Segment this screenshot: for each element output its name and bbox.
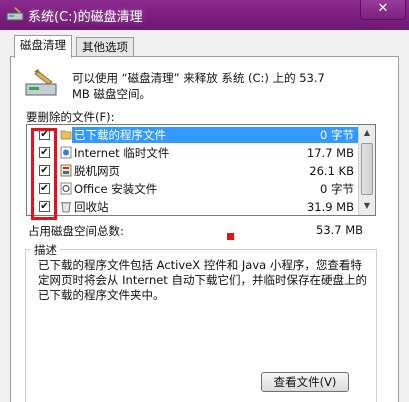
file-row-name: Internet 临时文件 17.7 MB bbox=[72, 145, 358, 161]
list-item[interactable]: ✔ Internet 临时文件 17.7 MB bbox=[27, 144, 358, 162]
description-text: 已下载的程序文件包括 ActiveX 控件和 Java 小程序，您查看特定网页时… bbox=[38, 258, 367, 302]
file-size: 0 字节 bbox=[320, 182, 354, 196]
red-marker-annotation bbox=[227, 233, 234, 240]
summary-text: 可以使用 “磁盘清理” 来释放 系统 (C:) 上的 53.7 MB 磁盘空间。 bbox=[72, 70, 372, 102]
file-name: 脱机网页 bbox=[74, 164, 120, 178]
file-size: 31.9 MB bbox=[306, 200, 354, 214]
disk-cleanup-icon bbox=[6, 7, 24, 21]
list-item[interactable]: ✔ Office 安装文件 0 字节 bbox=[27, 180, 358, 198]
summary-line-1: 可以使用 “磁盘清理” 来释放 系统 (C:) 上的 53.7 bbox=[72, 71, 325, 85]
file-size: 26.1 KB bbox=[309, 164, 354, 178]
file-name: Office 安装文件 bbox=[74, 182, 158, 196]
file-size: 17.7 MB bbox=[306, 146, 354, 160]
scroll-down-icon[interactable]: ▼ bbox=[359, 198, 375, 214]
internet-files-icon bbox=[60, 146, 72, 159]
checkbox-highlight-annotation bbox=[31, 128, 57, 220]
file-name: Internet 临时文件 bbox=[74, 146, 170, 160]
recycle-bin-icon bbox=[61, 202, 71, 213]
office-setup-icon bbox=[60, 182, 72, 195]
vertical-scrollbar[interactable]: ▲ ▼ bbox=[358, 125, 375, 215]
summary-line-2: MB 磁盘空间。 bbox=[72, 87, 151, 101]
scroll-thumb[interactable] bbox=[361, 143, 373, 195]
file-name: 回收站 bbox=[74, 200, 109, 214]
scroll-up-icon[interactable]: ▲ bbox=[359, 125, 375, 141]
file-row-name: 已下载的程序文件 0 字节 bbox=[72, 127, 358, 143]
close-button[interactable]: ✕ bbox=[360, 0, 406, 20]
offline-pages-icon bbox=[60, 164, 72, 177]
title-bar: 系统(C:)的磁盘清理 ✕ bbox=[0, 0, 409, 30]
tab-other-options[interactable]: 其他选项 bbox=[76, 37, 134, 57]
file-row-name: 脱机网页 26.1 KB bbox=[72, 163, 358, 179]
list-item[interactable]: ✔ 回收站 31.9 MB bbox=[27, 198, 358, 215]
file-row-name: Office 安装文件 0 字节 bbox=[72, 181, 358, 197]
list-item[interactable]: ✔ 已下载的程序文件 0 字节 bbox=[27, 126, 358, 144]
view-files-button[interactable]: 查看文件(V) bbox=[261, 372, 349, 392]
tab-disk-cleanup[interactable]: 磁盘清理 bbox=[14, 35, 72, 58]
list-item[interactable]: ✔ 脱机网页 26.1 KB bbox=[27, 162, 358, 180]
disk-cleanup-icon bbox=[25, 69, 57, 96]
file-size: 0 字节 bbox=[320, 128, 354, 142]
file-name: 已下载的程序文件 bbox=[74, 128, 166, 142]
file-list[interactable]: ✔ 已下载的程序文件 0 字节 ✔ Internet 临时文件 17.7 MB … bbox=[26, 124, 376, 216]
folder-icon bbox=[60, 130, 72, 140]
files-to-delete-label: 要删除的文件(F): bbox=[26, 110, 115, 124]
file-row-name: 回收站 31.9 MB bbox=[72, 199, 358, 215]
total-space-label: 占用磁盘空间总数: bbox=[28, 224, 124, 238]
total-space-value: 53.7 MB bbox=[316, 223, 364, 237]
description-title: 描述 bbox=[31, 242, 60, 258]
window-title: 系统(C:)的磁盘清理 bbox=[28, 10, 143, 25]
